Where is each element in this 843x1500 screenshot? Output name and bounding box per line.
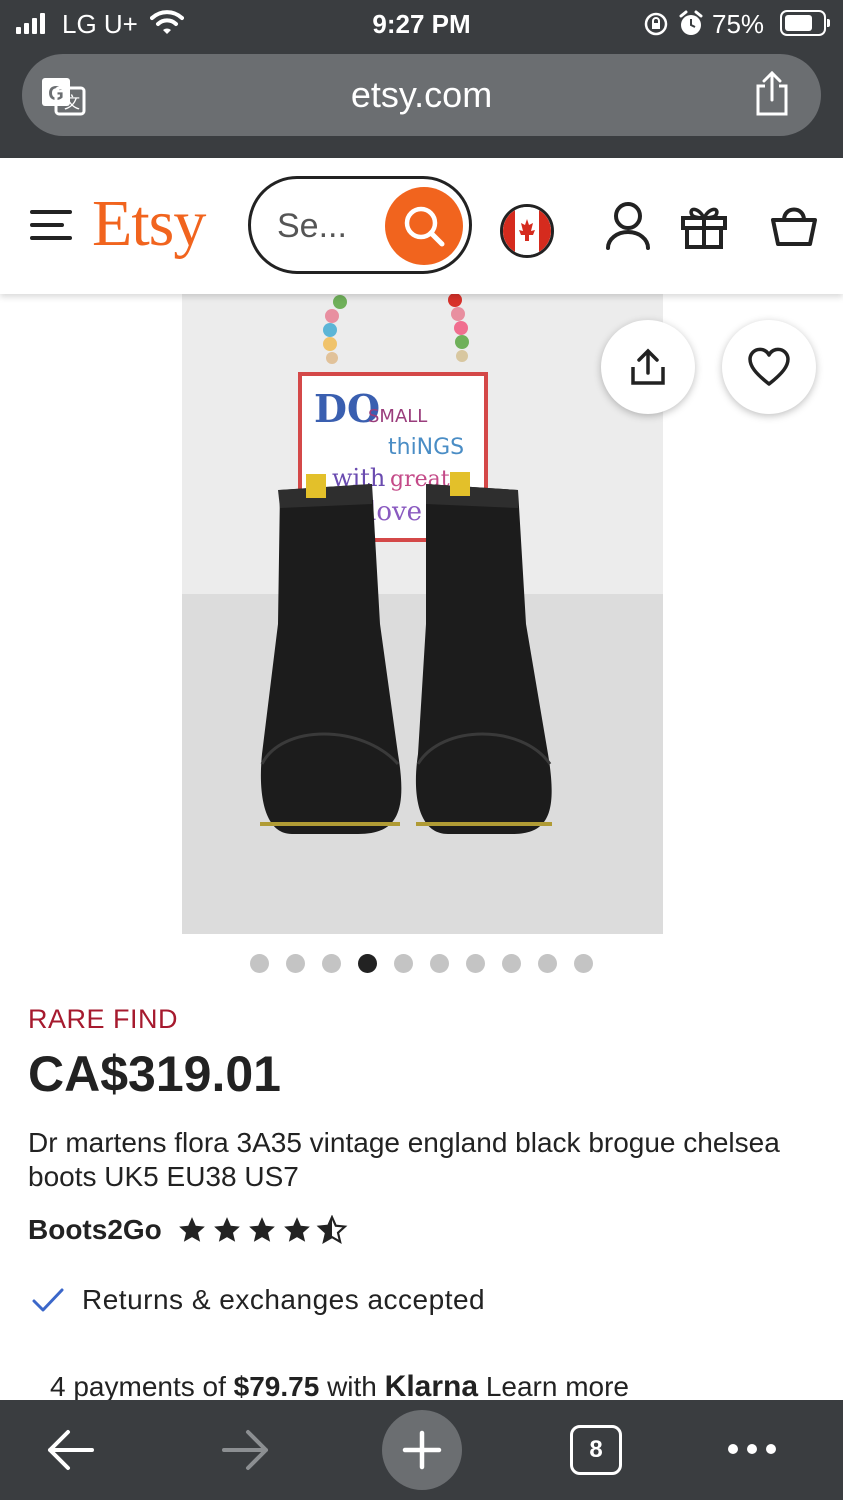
url-field[interactable]: G 文 etsy.com xyxy=(22,54,821,136)
hamburger-menu-icon[interactable] xyxy=(30,208,72,242)
klarna-payment-info: 4 payments of $79.75 with Klarna Learn m… xyxy=(50,1370,629,1404)
star-full-icon xyxy=(213,1217,240,1242)
svg-text:love: love xyxy=(368,497,422,527)
returns-policy: Returns & exchanges accepted xyxy=(32,1284,485,1316)
carousel-dot[interactable] xyxy=(250,954,269,973)
share-listing-button[interactable] xyxy=(601,320,695,414)
star-full-icon xyxy=(178,1217,205,1242)
site-header: Etsy xyxy=(0,158,843,294)
shop-rating-row[interactable]: Boots2Go xyxy=(28,1214,348,1246)
alarm-icon xyxy=(679,10,703,35)
plus-icon xyxy=(402,1430,442,1470)
browser-toolbar: 8 xyxy=(0,1400,843,1500)
carousel-dot[interactable] xyxy=(466,954,485,973)
tab-switcher-button[interactable]: 8 xyxy=(570,1425,622,1475)
star-full-icon xyxy=(248,1217,275,1242)
svg-text:thiNGS: thiNGS xyxy=(388,435,464,460)
product-image[interactable]: DO SMALL thiNGS with great love xyxy=(182,294,663,934)
share-icon[interactable] xyxy=(753,70,791,118)
user-account-icon[interactable] xyxy=(604,200,652,252)
browser-address-bar: G 文 etsy.com xyxy=(0,48,843,158)
heart-icon xyxy=(748,347,790,386)
search-box xyxy=(248,176,472,274)
rare-find-badge: RARE FIND xyxy=(28,1004,179,1034)
checkmark-icon xyxy=(32,1288,64,1312)
canada-flag-icon xyxy=(503,207,551,255)
listing-price: CA$319.01 xyxy=(28,1046,281,1102)
more-menu-icon[interactable] xyxy=(728,1444,776,1454)
boots-photo: DO SMALL thiNGS with great love xyxy=(182,294,663,934)
rotation-lock-icon xyxy=(644,12,668,36)
gift-icon[interactable] xyxy=(680,202,728,250)
carousel-dot[interactable] xyxy=(574,954,593,973)
star-full-icon xyxy=(283,1217,310,1242)
carousel-dot[interactable] xyxy=(502,954,521,973)
battery-icon xyxy=(780,10,830,36)
search-button[interactable] xyxy=(385,187,463,265)
klarna-amount: $79.75 xyxy=(233,1371,320,1402)
forward-arrow-icon[interactable] xyxy=(220,1426,272,1474)
klarna-learn-more-link[interactable]: Learn more xyxy=(486,1371,629,1402)
share-icon xyxy=(631,348,665,385)
shopping-basket-icon[interactable] xyxy=(770,202,818,246)
url-text: etsy.com xyxy=(350,74,493,115)
new-tab-button[interactable] xyxy=(382,1410,462,1490)
svg-text:SMALL: SMALL xyxy=(368,406,427,427)
listing-title: Dr martens flora 3A35 vintage england bl… xyxy=(28,1127,780,1192)
status-bar: LG U+ 9:27 PM 75% xyxy=(0,0,843,48)
klarna-prefix: 4 payments of xyxy=(50,1371,226,1402)
carousel-dot[interactable] xyxy=(538,954,557,973)
star-rating xyxy=(176,1215,348,1245)
carousel-dot[interactable] xyxy=(430,954,449,973)
star-half-icon xyxy=(316,1215,348,1244)
search-input[interactable] xyxy=(277,207,373,246)
etsy-logo[interactable]: Etsy xyxy=(92,186,206,262)
image-carousel-indicator xyxy=(250,954,593,973)
carousel-dot[interactable] xyxy=(394,954,413,973)
favorite-button[interactable] xyxy=(722,320,816,414)
returns-text: Returns & exchanges accepted xyxy=(82,1284,486,1315)
klarna-middle: with xyxy=(327,1371,377,1402)
battery-percentage: 75% xyxy=(712,9,765,39)
region-selector-button[interactable] xyxy=(500,204,554,258)
carousel-dot[interactable] xyxy=(358,954,377,973)
klarna-logo: Klarna xyxy=(384,1370,479,1403)
carousel-dot[interactable] xyxy=(322,954,341,973)
back-arrow-icon[interactable] xyxy=(44,1426,96,1474)
shop-name-link[interactable]: Boots2Go xyxy=(28,1214,162,1246)
carousel-dot[interactable] xyxy=(286,954,305,973)
search-icon xyxy=(404,206,445,247)
